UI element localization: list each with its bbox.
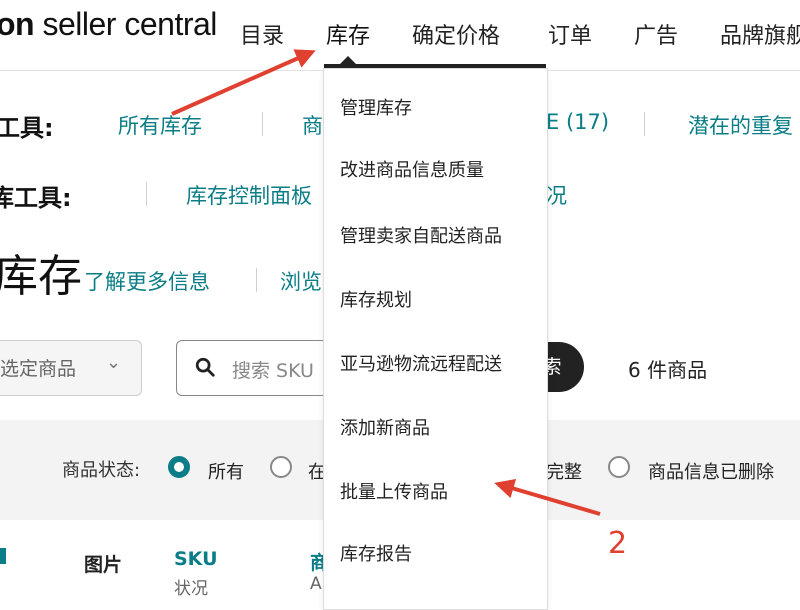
- select-all-checkbox[interactable]: [0, 548, 6, 564]
- nav-active-caret: [340, 56, 356, 64]
- toolbar-divider: [262, 112, 263, 136]
- link-toolbar-partial[interactable]: 商: [302, 110, 323, 140]
- link-toolbar2-partial[interactable]: 况: [546, 180, 567, 210]
- column-header-image: 图片: [84, 554, 123, 576]
- column-header-sku[interactable]: SKU: [174, 548, 218, 570]
- browse-link[interactable]: 浏览: [280, 266, 322, 296]
- nav-pricing[interactable]: 确定价格: [412, 18, 500, 50]
- radio-deleted-label: 商品信息已删除: [648, 462, 774, 483]
- chevron-down-icon: ⌄: [106, 352, 122, 373]
- search-placeholder: 搜索 SKU: [232, 360, 314, 382]
- toolbar-divider: [146, 182, 147, 206]
- link-potential-duplicates[interactable]: 潜在的重复: [688, 110, 793, 140]
- toolbar-label-secondary: 库工具:: [0, 184, 72, 212]
- column-subheader-condition: 状况: [174, 579, 208, 599]
- seller-central-logo[interactable]: on seller central: [0, 6, 217, 43]
- toolbar-label-primary: 工具:: [0, 114, 54, 142]
- learn-more-link[interactable]: 了解更多信息: [84, 266, 210, 296]
- menu-item-inventory-planning[interactable]: 库存规划: [340, 286, 412, 312]
- link-all-inventory[interactable]: 所有库存: [118, 110, 202, 140]
- link-inventory-dashboard[interactable]: 库存控制面板: [186, 180, 312, 210]
- page-title: 库存: [0, 251, 82, 302]
- menu-item-inventory-reports[interactable]: 库存报告: [340, 540, 412, 566]
- nav-catalog[interactable]: 目录: [240, 18, 284, 50]
- radio-all[interactable]: [168, 456, 190, 478]
- menu-item-manage-merchant-fulfilled[interactable]: 管理卖家自配送商品: [340, 222, 502, 248]
- menu-item-improve-listing-quality[interactable]: 改进商品信息质量: [340, 156, 484, 182]
- link-toolbar-count[interactable]: E (17): [546, 110, 609, 134]
- search-icon: [195, 357, 215, 377]
- nav-advertising[interactable]: 广告: [634, 18, 678, 50]
- toolbar-divider: [644, 112, 645, 136]
- item-count: 6 件商品: [628, 358, 708, 382]
- inventory-dropdown-menu: [323, 68, 548, 610]
- radio-deleted[interactable]: [608, 456, 630, 478]
- menu-item-manage-inventory[interactable]: 管理库存: [340, 94, 412, 120]
- menu-item-fba-remote-fulfillment[interactable]: 亚马逊物流远程配送: [340, 350, 502, 376]
- radio-active[interactable]: [270, 456, 292, 478]
- annotation-step-number: 2: [608, 526, 628, 561]
- radio-incomplete-label: 完整: [546, 462, 582, 483]
- bulk-action-select-text: 选定商品: [0, 358, 77, 380]
- nav-inventory[interactable]: 库存: [326, 18, 370, 50]
- title-divider: [256, 268, 257, 292]
- nav-brand-stores[interactable]: 品牌旗舰: [720, 18, 800, 50]
- radio-all-label: 所有: [208, 462, 244, 483]
- status-filter-label: 商品状态:: [62, 460, 141, 481]
- menu-item-add-product[interactable]: 添加新商品: [340, 414, 430, 440]
- column-subheader-partial: A: [310, 574, 322, 594]
- nav-orders[interactable]: 订单: [548, 18, 592, 50]
- menu-item-bulk-upload[interactable]: 批量上传商品: [340, 478, 448, 504]
